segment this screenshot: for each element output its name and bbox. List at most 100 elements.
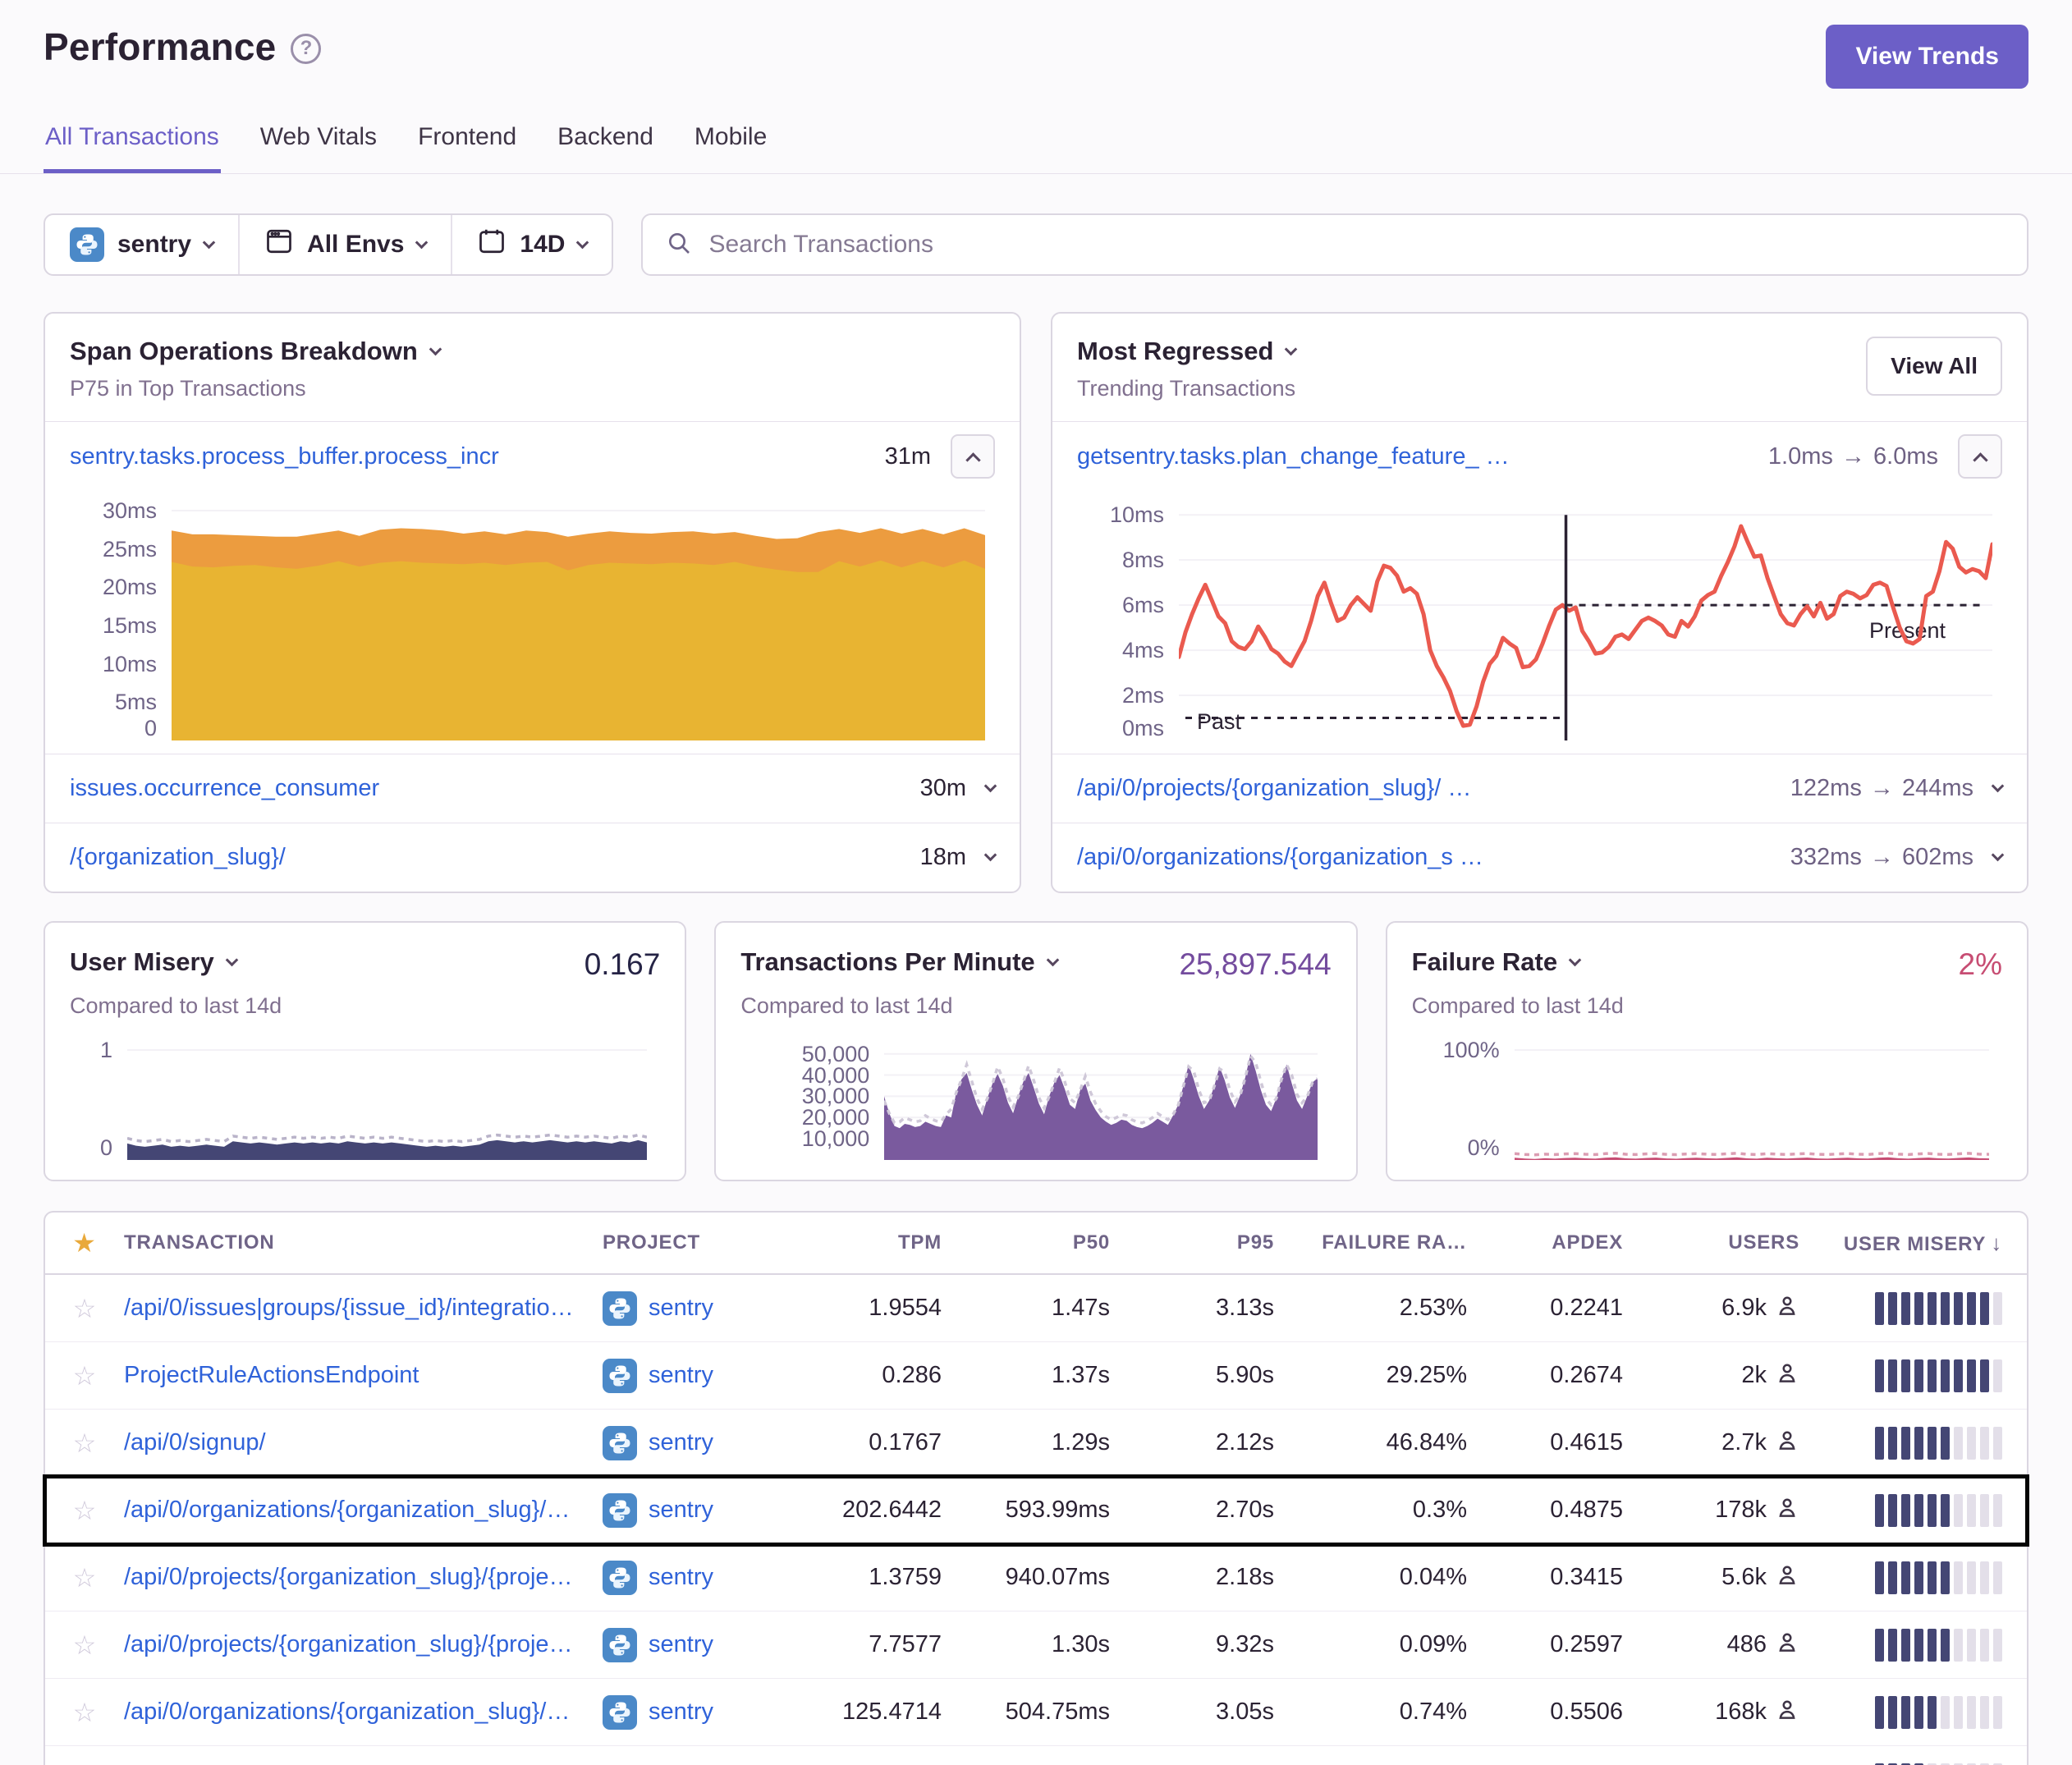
transaction-link[interactable]: /api/0/projects/{organization_slug}/{pro… [124,1564,603,1591]
axis-tick-label: 0 [48,716,157,740]
column-header-p95[interactable]: P95 [1120,1231,1284,1254]
tab-frontend[interactable]: Frontend [416,123,518,173]
date-range-filter[interactable]: 14D [451,215,612,274]
chevron-down-icon[interactable] [1992,780,2005,793]
favorite-star-icon[interactable]: ☆ [73,1562,97,1593]
regression-to: 6.0ms [1873,443,1938,470]
transaction-link[interactable]: issues.occurrence_consumer [70,775,379,802]
tab-backend[interactable]: Backend [556,123,655,173]
misery-bar [1967,1561,1976,1594]
misery-bar [1914,1629,1923,1662]
failure-rate-cell: 0.3% [1284,1497,1477,1524]
misery-bar [1967,1359,1976,1392]
transaction-link[interactable]: /api/0/organizations/{organization_slug}… [124,1699,603,1726]
collapse-button[interactable] [1958,434,2002,479]
row-value: 122ms → 244ms [1790,775,1973,802]
project-link[interactable]: sentry [603,1291,800,1326]
misery-bar [1901,1696,1910,1729]
project-link[interactable]: sentry [603,1628,800,1662]
favorite-star-icon[interactable]: ☆ [73,1495,97,1526]
misery-bar [1914,1561,1923,1594]
column-header-user-misery[interactable]: USER MISERY↓ [1809,1231,2027,1256]
favorite-star-icon[interactable]: ☆ [73,1293,97,1324]
p95-cell: 3.05s [1120,1699,1284,1726]
misery-bar [1980,1494,1989,1527]
python-project-icon [70,227,104,262]
project-link[interactable]: sentry [603,1359,800,1393]
project-link[interactable]: sentry [603,1695,800,1730]
collapse-button[interactable] [951,434,995,479]
search-box[interactable] [641,213,2028,276]
tpm-chart-svg [884,1037,1318,1160]
table-body: ☆ /api/0/issues|groups/{issue_id}/integra… [45,1275,2027,1765]
tab-bar: All Transactions Web Vitals Frontend Backen… [0,123,2072,174]
transaction-link[interactable]: /api/0/organizations/{organization_slug}… [124,1497,603,1524]
transaction-link[interactable]: sentry.tasks.process_buffer.process_incr [70,443,499,470]
user-misery-cell [1809,1494,2027,1527]
transaction-link[interactable]: /api/0/issues|groups/{issue_id}/integrat… [124,1295,603,1322]
column-header-p50[interactable]: P50 [951,1231,1120,1254]
chevron-down-icon [226,953,239,966]
misery-bar [1901,1292,1910,1325]
favorite-star-icon[interactable]: ☆ [73,1697,97,1728]
project-filter[interactable]: sentry [45,215,238,274]
most-regressed-title[interactable]: Most Regressed [1077,337,1295,366]
view-trends-button[interactable]: View Trends [1826,25,2028,89]
tpm-cell: 7.7577 [800,1631,951,1658]
misery-bar [1875,1292,1884,1325]
table-row: ☆/api/0/signup/sentry0.17671.29s2.12s46.… [45,1410,2027,1477]
misery-bar [1954,1629,1963,1662]
user-icon [1775,1562,1799,1593]
transaction-link[interactable]: /api/0/projects/{organization_slug}/ … [1077,775,1471,802]
misery-bar [1888,1494,1897,1527]
tab-all-transactions[interactable]: All Transactions [44,123,221,173]
column-header-apdex[interactable]: APDEX [1477,1231,1633,1254]
search-input[interactable] [708,231,2004,259]
user-misery-card-title[interactable]: User Misery [70,947,236,977]
transaction-link[interactable]: /api/0/signup/ [124,1429,603,1456]
transaction-link[interactable]: ProjectRuleActionsEndpoint [124,1362,603,1389]
apdex-cell: 0.5506 [1477,1699,1633,1726]
tab-web-vitals[interactable]: Web Vitals [259,123,378,173]
chevron-down-icon[interactable] [1992,849,2005,862]
environment-filter[interactable]: All Envs [238,215,451,274]
help-icon[interactable]: ? [291,34,321,64]
column-header-failure-ra-[interactable]: FAILURE RA… [1284,1231,1477,1254]
failure-rate-card-title[interactable]: Failure Rate [1412,947,1579,977]
misery-bar [1980,1561,1989,1594]
transaction-link[interactable]: getsentry.tasks.plan_change_feature_ … [1077,443,1510,470]
favorite-star-icon[interactable]: ☆ [73,1428,97,1459]
tpm-cell: 202.6442 [800,1497,951,1524]
tab-mobile[interactable]: Mobile [693,123,768,173]
transaction-link[interactable]: /api/0/organizations/{organization_s … [1077,844,1483,871]
column-header-project[interactable]: PROJECT [603,1231,800,1254]
project-link[interactable]: sentry [603,1561,800,1595]
column-header-users[interactable]: USERS [1633,1231,1809,1254]
p50-cell: 1.47s [951,1295,1120,1322]
favorites-column-header[interactable]: ★ [72,1227,97,1258]
apdex-cell: 0.2674 [1477,1362,1633,1389]
project-link[interactable]: sentry [603,1426,800,1460]
transaction-link[interactable]: /api/0/projects/{organization_slug}/{pro… [124,1631,603,1658]
view-all-button[interactable]: View All [1866,337,2002,396]
users-count: 2.7k [1721,1429,1767,1456]
span-operations-title[interactable]: Span Operations Breakdown [70,337,440,366]
arrow-right-icon: → [1868,775,1896,801]
user-misery-subtitle: Compared to last 14d [70,993,660,1019]
favorite-star-icon[interactable]: ☆ [73,1360,97,1391]
favorite-star-icon[interactable]: ☆ [73,1630,97,1661]
misery-bar [1993,1561,2002,1594]
misery-bar [1954,1292,1963,1325]
chevron-up-icon [1973,452,1987,467]
chevron-down-icon[interactable] [984,780,997,793]
project-link[interactable]: sentry [603,1493,800,1528]
user-misery-chart: 10 [70,1037,660,1160]
axis-tick-label: 30ms [48,498,157,523]
transaction-link[interactable]: /{organization_slug}/ [70,844,286,871]
column-header-transaction[interactable]: TRANSACTION [124,1231,603,1254]
column-header-tpm[interactable]: TPM [800,1231,951,1254]
axis-tick-label: 0 [70,1135,112,1160]
tpm-value: 25,897.544 [1179,947,1331,982]
chevron-down-icon[interactable] [984,849,997,862]
tpm-card-title[interactable]: Transactions Per Minute [740,947,1057,977]
